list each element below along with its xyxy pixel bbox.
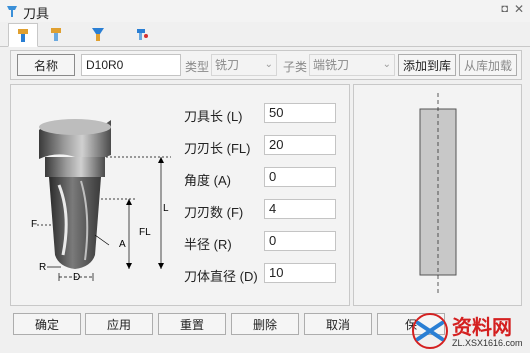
param-label-radius: 半径 (R) [184, 237, 232, 252]
window-title: 刀具 [23, 6, 50, 21]
type-label: 类型 [185, 60, 210, 74]
watermark-text: 资料网 [452, 317, 512, 339]
ok-button[interactable]: 确定 [13, 313, 81, 335]
radius-input[interactable]: 0 [264, 231, 336, 251]
chevron-down-icon: ⌄ [264, 59, 273, 70]
param-label-body-diameter: 刀体直径 (D) [184, 269, 258, 284]
title-bar: 刀具 ◘ ✕ [0, 0, 530, 22]
dim-label-d: D [73, 272, 80, 283]
watermark-url: ZL.XSX1616.com [452, 338, 523, 348]
dim-label-a: A [119, 239, 126, 250]
tool-preview-panel [353, 84, 522, 306]
tool-tab-icon [18, 29, 28, 42]
reset-button[interactable]: 重置 [158, 313, 226, 335]
cancel-button[interactable]: 取消 [304, 313, 372, 335]
param-label-tool-length: 刀具长 (L) [184, 109, 243, 124]
dim-label-l: L [163, 203, 169, 214]
tool-preview [419, 93, 457, 295]
subtype-select-value: 端铣刀 [313, 58, 350, 72]
tool-app-icon [7, 6, 17, 17]
type-select-value: 铣刀 [215, 58, 240, 72]
apply-button[interactable]: 应用 [85, 313, 153, 335]
param-label-flute-count: 刀刃数 (F) [184, 205, 244, 220]
add-to-library-button[interactable]: 添加到库 [398, 54, 456, 76]
tool-length-input[interactable]: 50 [264, 103, 336, 123]
flute-length-input[interactable]: 20 [264, 135, 336, 155]
angle-input[interactable]: 0 [264, 167, 336, 187]
tool-info-row: 名称 D10R0 类型 铣刀 ⌄ 子类 端铣刀 ⌄ 添加到库 从库加载 [10, 50, 522, 80]
chevron-down-icon: ⌄ [382, 59, 391, 70]
close-icon[interactable]: ✕ [514, 2, 524, 16]
subtype-label: 子类 [283, 60, 308, 74]
pin-icon[interactable]: ◘ [501, 3, 508, 15]
tab-shank[interactable] [84, 23, 112, 45]
tool-diagram: L FL A F R D [31, 119, 171, 283]
name-button[interactable]: 名称 [17, 54, 75, 76]
dim-label-r: R [39, 262, 46, 273]
body-diameter-input[interactable]: 10 [264, 263, 336, 283]
param-label-flute-length: 刀刃长 (FL) [184, 141, 251, 156]
watermark: 资料网 ZL.XSX1616.com [408, 309, 530, 353]
tab-holder[interactable] [42, 23, 70, 45]
dim-label-fl: FL [139, 227, 151, 238]
tab-bar [0, 22, 530, 47]
spray-tab-icon [137, 29, 148, 40]
subtype-select: 端铣刀 ⌄ [309, 54, 395, 76]
holder-tab-icon [51, 28, 61, 41]
watermark-logo [412, 313, 448, 349]
param-label-angle: 角度 (A) [184, 173, 231, 188]
shank-tab-icon [92, 28, 104, 41]
parameter-panel: L FL A F R D 刀具长 (L) 50 刀刃长 (FL) 20 角度 (… [10, 84, 350, 306]
name-field[interactable]: D10R0 [81, 54, 181, 76]
dim-label-f: F [31, 219, 37, 230]
flute-count-input[interactable]: 4 [264, 199, 336, 219]
delete-button[interactable]: 删除 [231, 313, 299, 335]
load-from-library-button[interactable]: 从库加载 [459, 54, 517, 76]
tab-tool[interactable] [8, 23, 38, 47]
tab-spray[interactable] [128, 23, 156, 45]
type-select: 铣刀 ⌄ [211, 54, 277, 76]
